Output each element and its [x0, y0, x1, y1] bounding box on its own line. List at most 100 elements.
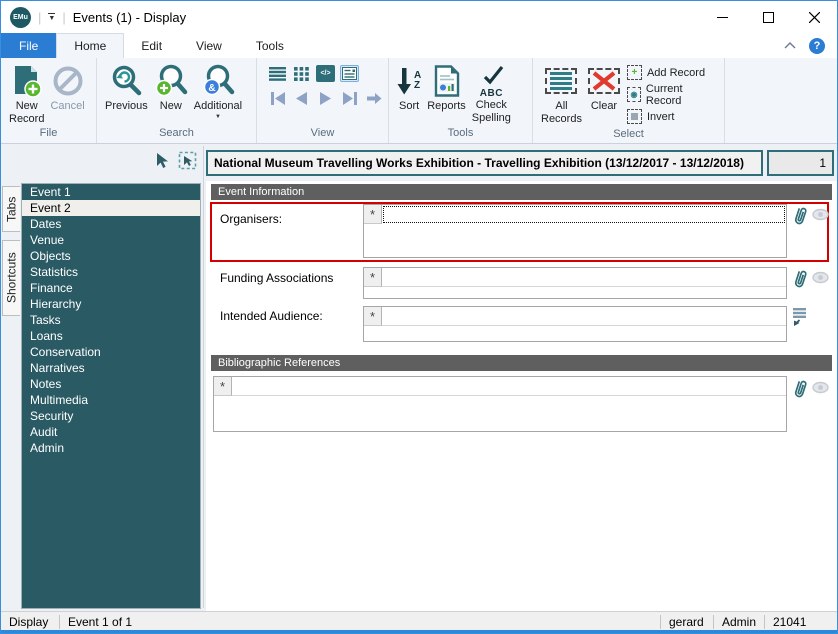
details-view-icon[interactable] — [340, 65, 359, 82]
history-eye-icon[interactable] — [812, 271, 829, 289]
sidebar-item-statistics[interactable]: Statistics — [22, 264, 200, 280]
group-label-tools: Tools — [447, 127, 474, 139]
sidebar-item-event-2[interactable]: Event 2 — [22, 200, 200, 216]
history-eye-icon[interactable] — [812, 208, 829, 226]
select-region-icon[interactable] — [178, 151, 197, 175]
ribbon-group-search: Previous New & Additional ▼ Search — [97, 58, 257, 143]
organisers-input[interactable] — [383, 206, 785, 223]
goto-record-icon[interactable] — [364, 90, 383, 107]
attach-icon[interactable] — [792, 378, 809, 405]
add-record-button[interactable]: + Add Record — [626, 63, 715, 82]
bibliographic-references-input[interactable] — [232, 377, 786, 396]
list-view-icon[interactable] — [268, 65, 287, 82]
new-search-button[interactable]: New — [151, 61, 191, 114]
emu-logo-icon: EMu — [10, 6, 31, 28]
funding-associations-input[interactable] — [382, 268, 786, 287]
cancel-icon — [52, 62, 84, 100]
lookup-list-icon[interactable] — [793, 308, 807, 332]
group-label-file: File — [39, 127, 58, 139]
tab-file[interactable]: File — [1, 33, 57, 58]
check-spelling-icon — [478, 62, 504, 88]
organisers-field[interactable]: * — [363, 204, 787, 258]
status-group: Admin — [722, 615, 757, 629]
grid-view-icon[interactable] — [292, 65, 311, 82]
additional-search-button[interactable]: & Additional ▼ — [191, 61, 245, 121]
funding-associations-field[interactable]: * — [363, 267, 787, 299]
sort-button[interactable]: AZ Sort — [394, 61, 424, 114]
attach-icon[interactable] — [792, 268, 809, 295]
additional-dropdown-caret-icon: ▼ — [214, 113, 221, 120]
intended-audience-input[interactable] — [382, 307, 786, 326]
all-records-button[interactable]: All Records — [538, 61, 585, 126]
sidebar-item-tasks[interactable]: Tasks — [22, 312, 200, 328]
check-spelling-button[interactable]: ABC Check Spelling — [469, 61, 514, 125]
tab-edit[interactable]: Edit — [124, 33, 179, 58]
minimize-button[interactable] — [699, 2, 745, 33]
record-count: 1 — [767, 150, 834, 176]
rail-tab-tabs[interactable]: Tabs — [2, 186, 20, 232]
sidebar-item-notes[interactable]: Notes — [22, 376, 200, 392]
invert-selection-button[interactable]: Invert — [626, 107, 715, 126]
sidebar-item-multimedia[interactable]: Multimedia — [22, 392, 200, 408]
ribbon-group-file: New Record Cancel File — [1, 58, 97, 143]
all-records-icon — [545, 68, 578, 94]
intended-audience-label: Intended Audience: — [220, 309, 323, 323]
additional-search-icon: & — [201, 62, 235, 100]
add-record-icon: + — [626, 65, 642, 80]
tab-home[interactable]: Home — [56, 33, 125, 58]
sidebar-item-admin[interactable]: Admin — [22, 440, 200, 456]
pointer-tool-icon[interactable] — [154, 152, 169, 174]
sidebar-item-loans[interactable]: Loans — [22, 328, 200, 344]
reports-button[interactable]: Reports — [424, 61, 469, 114]
status-mode: Display — [9, 615, 49, 629]
app-window: EMu | ▼ | Events (1) - Display File Home… — [0, 0, 838, 634]
sidebar-item-objects[interactable]: Objects — [22, 248, 200, 264]
sidebar-item-security[interactable]: Security — [22, 408, 200, 424]
sidebar-item-event-1[interactable]: Event 1 — [22, 184, 200, 200]
bibliographic-references-field[interactable]: * — [213, 376, 787, 432]
current-record-icon: ◉ — [626, 87, 641, 102]
section-header-event-information: Event Information — [211, 184, 832, 200]
history-eye-icon[interactable] — [812, 381, 829, 399]
attach-icon[interactable] — [792, 205, 809, 232]
quick-access-caret-icon[interactable]: ▼ — [48, 12, 56, 22]
sidebar-item-hierarchy[interactable]: Hierarchy — [22, 296, 200, 312]
help-icon[interactable]: ? — [809, 37, 825, 54]
sidebar-item-audit[interactable]: Audit — [22, 424, 200, 440]
group-label-search: Search — [159, 127, 194, 139]
sidebar-item-finance[interactable]: Finance — [22, 280, 200, 296]
previous-search-button[interactable]: Previous — [102, 61, 151, 114]
funding-associations-label: Funding Associations — [220, 271, 334, 285]
next-record-icon[interactable] — [316, 90, 335, 107]
svg-text:&: & — [208, 83, 215, 94]
ribbon-tab-row: File Home Edit View Tools ? — [1, 33, 837, 58]
rail-tab-shortcuts[interactable]: Shortcuts — [2, 240, 20, 316]
section-header-bibliographic-references: Bibliographic References — [211, 355, 832, 371]
row-asterisk: * — [214, 377, 232, 396]
status-user: gerard — [669, 615, 704, 629]
cancel-button[interactable]: Cancel — [47, 61, 87, 114]
clear-selection-button[interactable]: Clear — [585, 61, 623, 114]
sidebar-item-dates[interactable]: Dates — [22, 216, 200, 232]
window-bottom-border — [1, 630, 837, 633]
sidebar-item-conservation[interactable]: Conservation — [22, 344, 200, 360]
last-record-icon[interactable] — [340, 90, 359, 107]
previous-record-icon[interactable] — [292, 90, 311, 107]
close-button[interactable] — [791, 2, 837, 33]
tab-view[interactable]: View — [179, 33, 239, 58]
code-view-icon[interactable]: </> — [316, 65, 335, 82]
sidebar-item-narratives[interactable]: Narratives — [22, 360, 200, 376]
new-record-icon — [11, 62, 43, 100]
current-record-button[interactable]: ◉ Current Record — [626, 83, 715, 107]
intended-audience-field[interactable]: * — [363, 306, 787, 342]
new-record-button[interactable]: New Record — [6, 61, 47, 126]
organisers-label: Organisers: — [220, 212, 283, 226]
titlebar-divider: | — [38, 9, 42, 25]
collapse-ribbon-icon[interactable] — [784, 42, 796, 49]
reports-icon — [433, 62, 461, 100]
tab-tools[interactable]: Tools — [239, 33, 301, 58]
sidebar-item-venue[interactable]: Venue — [22, 232, 200, 248]
first-record-icon[interactable] — [268, 90, 287, 107]
maximize-button[interactable] — [745, 2, 791, 33]
status-record-position: Event 1 of 1 — [68, 615, 133, 629]
